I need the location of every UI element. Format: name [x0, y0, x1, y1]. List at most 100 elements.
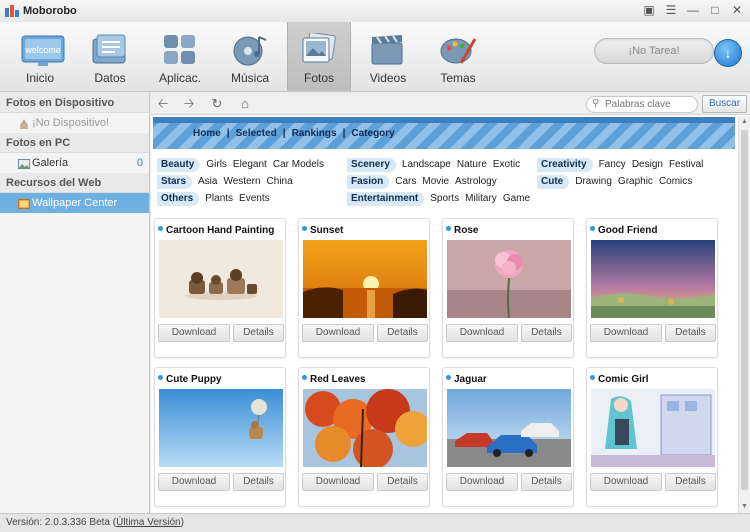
details-button[interactable]: Details [233, 473, 284, 491]
search-box: ⚲ [586, 96, 698, 113]
subcategory-link[interactable]: Movie [422, 176, 449, 187]
tab-musica[interactable]: Música [218, 22, 282, 91]
subcategory-link[interactable]: Design [632, 159, 663, 170]
wallpaper-thumbnail[interactable] [447, 240, 571, 318]
category-fasion: Fasion Cars Movie Astrology [347, 175, 503, 189]
tab-datos[interactable]: Datos [78, 22, 142, 91]
close-button[interactable]: ✕ [730, 3, 744, 17]
wallpaper-thumbnail[interactable] [591, 389, 715, 467]
subcategory-link[interactable]: Drawing [575, 176, 612, 187]
vertical-scrollbar[interactable]: ▲ ▼ [738, 116, 750, 513]
subcategory-link[interactable]: Comics [659, 176, 692, 187]
category-creativity: Creativity Fancy Design Festival [537, 158, 709, 172]
wallpaper-thumbnail[interactable] [447, 389, 571, 467]
details-button[interactable]: Details [377, 473, 428, 491]
wallpaper-thumbnail[interactable] [303, 389, 427, 467]
subcategory-link[interactable]: Western [223, 176, 260, 187]
scroll-up-icon[interactable]: ▲ [739, 116, 750, 128]
task-status-button[interactable]: ¡No Tarea! [594, 38, 714, 64]
subcategory-link[interactable]: Game [503, 193, 530, 204]
details-button[interactable]: Details [665, 473, 716, 491]
bullet-icon [590, 226, 595, 231]
subcategory-link[interactable]: Cars [395, 176, 416, 187]
category-entertainment: Entertainment Sports Military Game [347, 192, 536, 206]
tab-fotos[interactable]: Fotos [287, 22, 351, 91]
details-button[interactable]: Details [377, 324, 428, 342]
download-button[interactable]: Download [158, 324, 230, 342]
subcategory-link[interactable]: Car Models [273, 159, 324, 170]
wallpaper-thumbnail[interactable] [159, 240, 283, 318]
latest-version-link[interactable]: Última Versión [116, 517, 180, 528]
details-button[interactable]: Details [521, 324, 572, 342]
tab-temas[interactable]: Temas [426, 22, 490, 91]
subcategory-link[interactable]: Plants [205, 193, 233, 204]
subcategory-link[interactable]: Astrology [455, 176, 497, 187]
subcategory-link[interactable]: Graphic [618, 176, 653, 187]
menu-rankings-link[interactable]: Rankings [292, 128, 337, 139]
subcategory-link[interactable]: Landscape [402, 159, 451, 170]
details-button[interactable]: Details [233, 324, 284, 342]
card-title-text: Jaguar [454, 374, 487, 385]
tab-aplicac[interactable]: Aplicac. [148, 22, 212, 91]
details-button[interactable]: Details [521, 473, 572, 491]
wallpaper-card: Jaguar Download Details [442, 367, 574, 507]
menu-home-link[interactable]: Home [193, 128, 221, 139]
wallpaper-thumbnail[interactable] [591, 240, 715, 318]
sidebar-item-no-device[interactable]: ¡No Dispositivo! [0, 113, 149, 133]
wallpaper-thumbnail[interactable] [159, 389, 283, 467]
subcategory-link[interactable]: Girls [206, 159, 227, 170]
subcategory-link[interactable]: Fancy [599, 159, 626, 170]
forward-arrow-icon[interactable]: 🡢 [181, 96, 197, 112]
refresh-icon[interactable]: ↻ [209, 96, 225, 112]
scroll-down-icon[interactable]: ▼ [739, 501, 750, 513]
sidebar-item-galeria[interactable]: Galería 0 [0, 153, 149, 173]
menu-icon[interactable]: ☰ [664, 3, 678, 17]
search-input[interactable] [605, 98, 693, 111]
download-button[interactable]: Download [158, 473, 230, 491]
home-icon[interactable]: ⌂ [237, 96, 253, 112]
feedback-icon[interactable]: ▣ [642, 3, 656, 17]
themes-icon [439, 33, 477, 67]
subcategory-link[interactable]: Events [239, 193, 270, 204]
apps-icon [161, 33, 199, 67]
subcategory-link[interactable]: Festival [669, 159, 703, 170]
category-tag[interactable]: Cute [537, 175, 570, 189]
download-button[interactable]: Download [446, 473, 518, 491]
download-button[interactable]: Download [302, 324, 374, 342]
menu-category-link[interactable]: Category [351, 128, 394, 139]
category-tag[interactable]: Fasion [347, 175, 390, 189]
subcategory-link[interactable]: Sports [430, 193, 459, 204]
download-button[interactable]: Download [446, 324, 518, 342]
wallpaper-page: Home | Selected | Rankings | Category Beauty Gi… [153, 116, 735, 513]
category-tag[interactable]: Beauty [157, 158, 201, 172]
category-tag[interactable]: Creativity [537, 158, 593, 172]
download-button[interactable]: Download [590, 324, 662, 342]
category-tag[interactable]: Scenery [347, 158, 396, 172]
download-manager-button[interactable]: ↓ [714, 39, 742, 67]
wallpaper-thumbnail[interactable] [303, 240, 427, 318]
scroll-thumb[interactable] [741, 130, 748, 490]
maximize-button[interactable]: □ [708, 3, 722, 17]
tab-inicio[interactable]: welcome Inicio [8, 22, 72, 91]
tab-aplicac-label: Aplicac. [158, 71, 202, 85]
subcategory-link[interactable]: Military [465, 193, 497, 204]
sidebar-item-wallpaper-center[interactable]: Wallpaper Center [0, 193, 149, 213]
menu-selected-link[interactable]: Selected [236, 128, 277, 139]
category-tag[interactable]: Others [157, 192, 200, 206]
details-button[interactable]: Details [665, 324, 716, 342]
subcategory-link[interactable]: Elegant [233, 159, 267, 170]
subcategory-link[interactable]: Exotic [493, 159, 520, 170]
search-button[interactable]: Buscar [702, 95, 747, 113]
tab-datos-label: Datos [94, 71, 126, 85]
download-button[interactable]: Download [302, 473, 374, 491]
back-arrow-icon[interactable]: 🡠 [155, 96, 171, 112]
sidebar-section-web: Recursos del Web [0, 173, 149, 193]
category-tag[interactable]: Entertainment [347, 192, 425, 206]
category-tag[interactable]: Stars [157, 175, 193, 189]
minimize-button[interactable]: — [686, 3, 700, 17]
tab-videos[interactable]: Videos [356, 22, 420, 91]
download-button[interactable]: Download [590, 473, 662, 491]
subcategory-link[interactable]: Nature [457, 159, 487, 170]
subcategory-link[interactable]: China [267, 176, 293, 187]
subcategory-link[interactable]: Asia [198, 176, 217, 187]
